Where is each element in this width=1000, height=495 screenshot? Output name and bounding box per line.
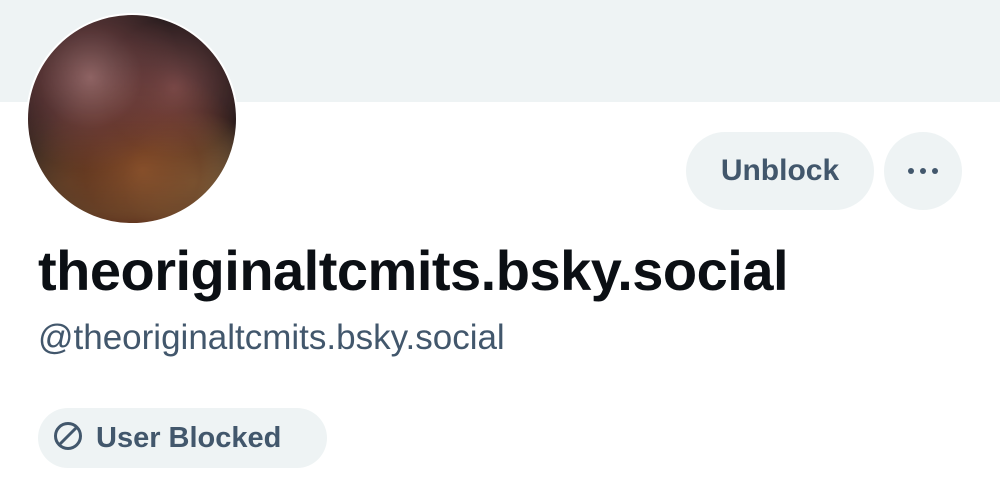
profile-handle: @theoriginaltcmits.bsky.social bbox=[38, 318, 505, 357]
user-blocked-label: User Blocked bbox=[96, 421, 282, 454]
profile-display-name: theoriginaltcmits.bsky.social bbox=[38, 239, 789, 302]
unblock-button-label: Unblock bbox=[720, 154, 840, 187]
avatar[interactable] bbox=[26, 13, 238, 225]
avatar-image bbox=[28, 15, 236, 223]
more-dots-icon bbox=[908, 168, 938, 174]
more-options-button[interactable] bbox=[884, 132, 962, 210]
block-icon bbox=[52, 420, 84, 457]
user-blocked-badge: User Blocked bbox=[38, 408, 327, 468]
unblock-button[interactable]: Unblock bbox=[686, 132, 874, 210]
